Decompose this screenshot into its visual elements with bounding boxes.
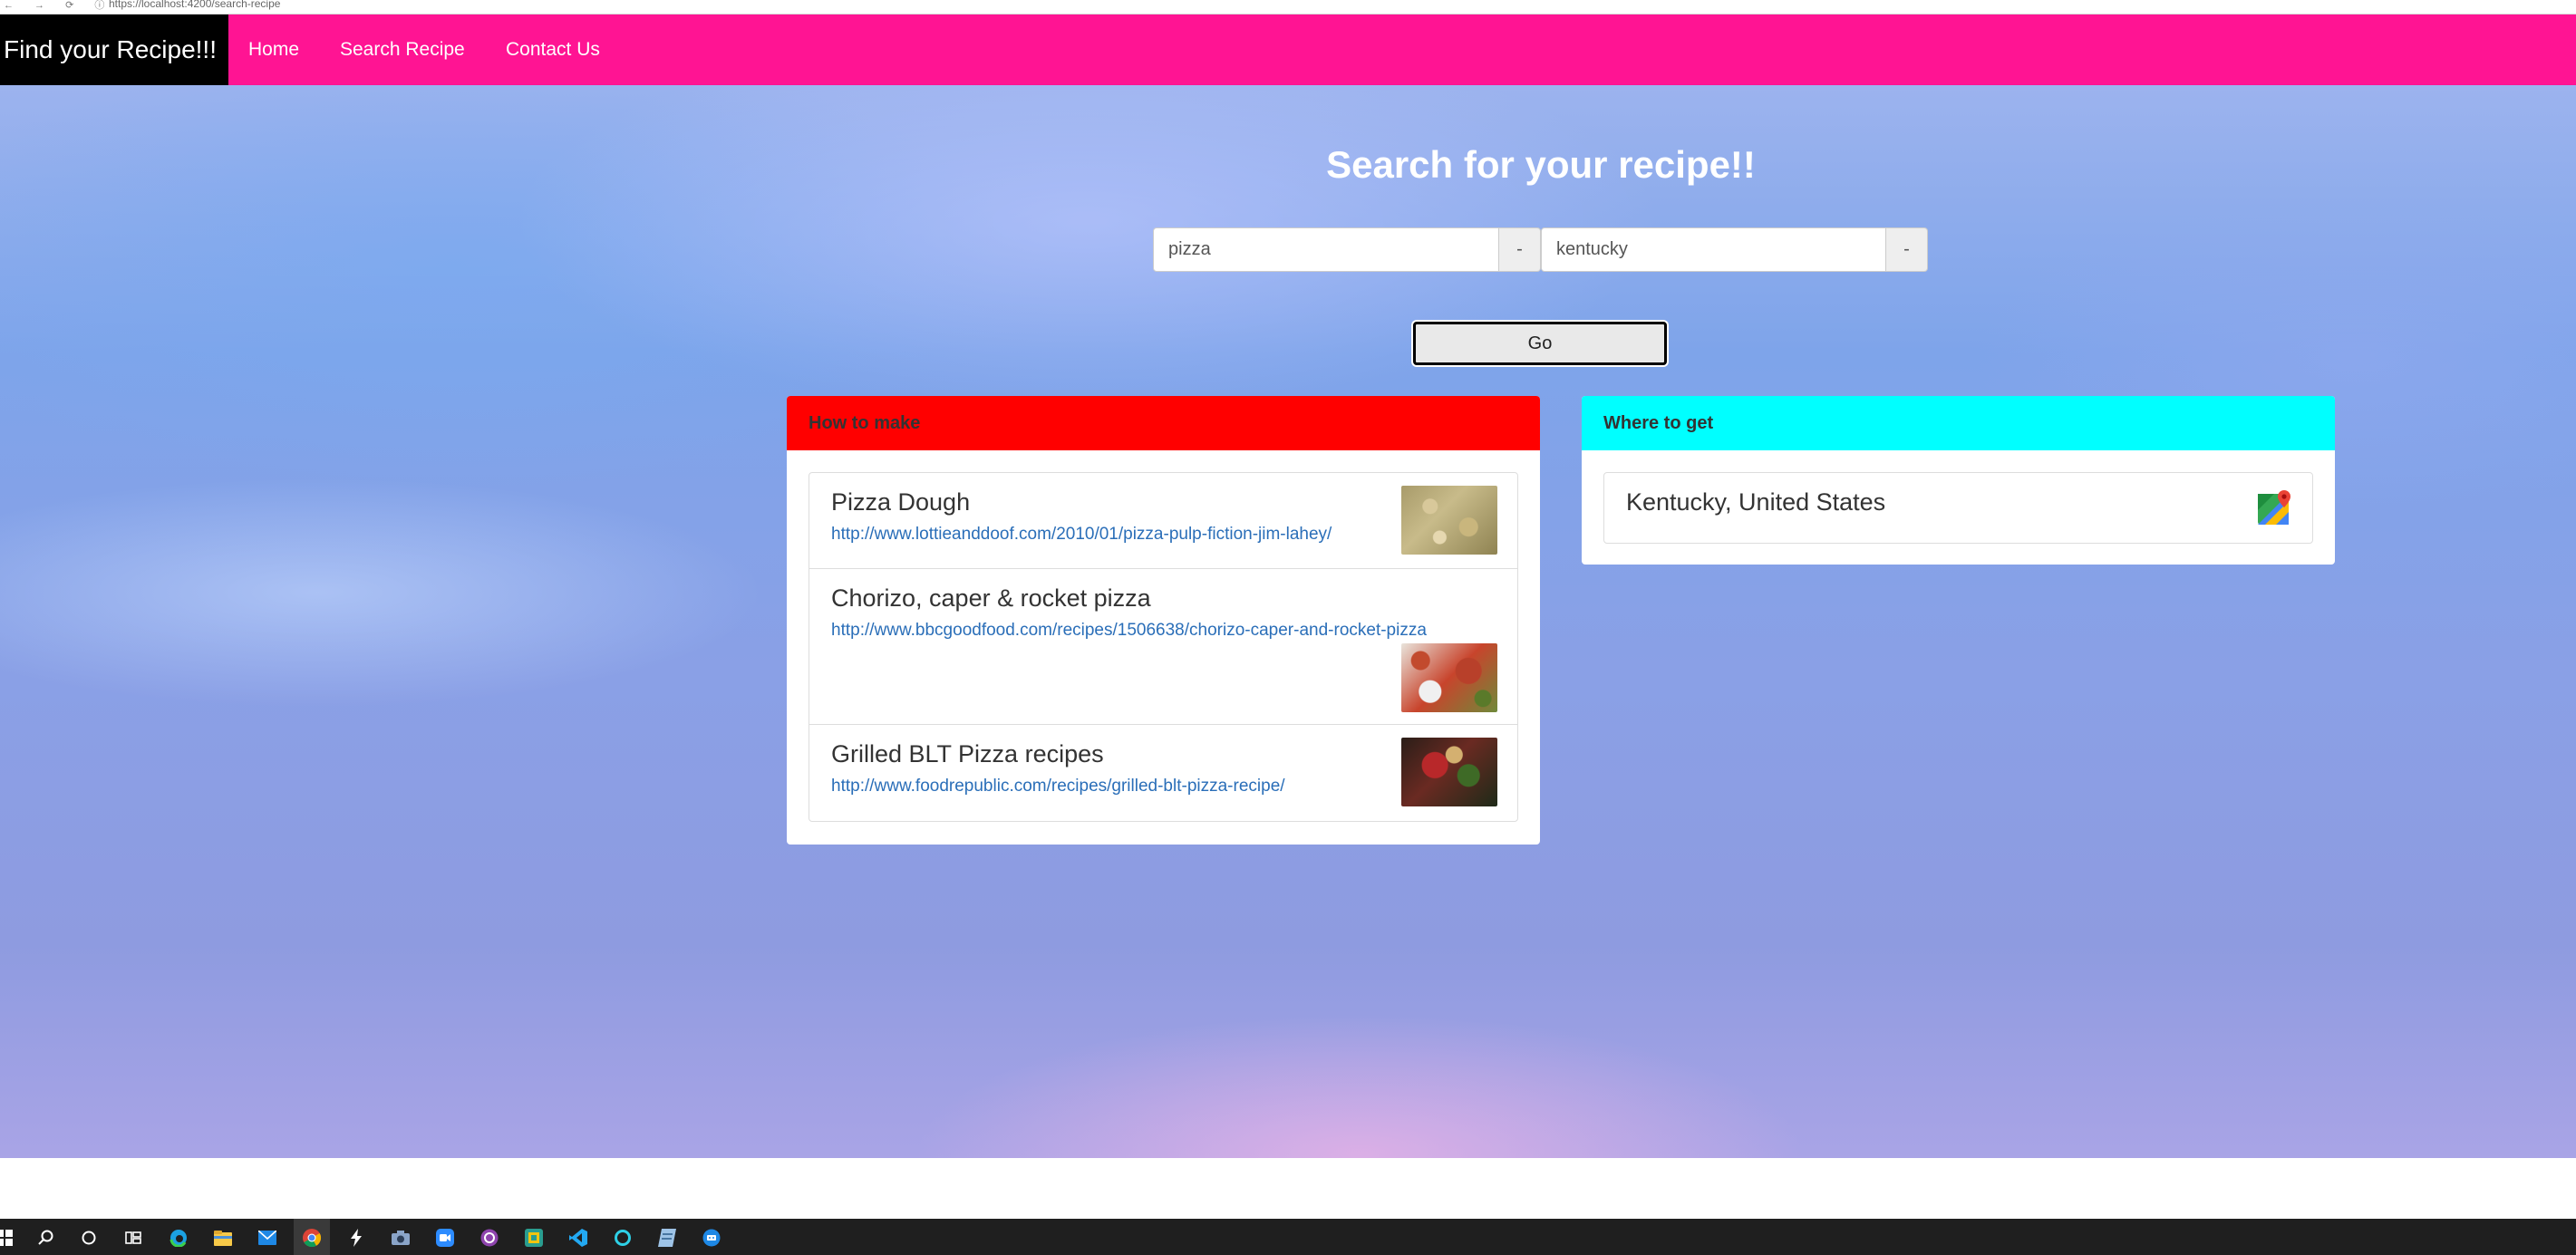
chorizo-pizza-thumbnail: [1401, 643, 1497, 712]
recipe-list-item[interactable]: Chorizo, caper & rocket pizza http://www…: [809, 569, 1517, 725]
recipe-input-addon: -: [1499, 227, 1541, 272]
recipe-list: Pizza Dough http://www.lottieanddoof.com…: [809, 472, 1518, 822]
location-input-addon: -: [1886, 227, 1928, 272]
browser-nav-icons[interactable]: ← → ⟳ ⓘ: [4, 0, 113, 12]
recipe-search-input[interactable]: [1153, 227, 1499, 272]
zoom-icon[interactable]: [435, 1228, 455, 1248]
task-view-icon[interactable]: [123, 1228, 143, 1248]
browser-address-strip: ← → ⟳ ⓘ https://localhost:4200/search-re…: [0, 0, 2576, 14]
camera-icon[interactable]: [391, 1228, 411, 1248]
location-list: Kentucky, United States: [1603, 472, 2313, 544]
pizza-dough-thumbnail: [1401, 486, 1497, 555]
location-search-input[interactable]: [1541, 227, 1886, 272]
teams-icon[interactable]: [524, 1228, 544, 1248]
recipe-link[interactable]: http://www.lottieanddoof.com/2010/01/piz…: [831, 522, 1496, 547]
how-to-make-panel: How to make Pizza Dough http://www.lotti…: [787, 396, 1540, 845]
nav-link-contact-us[interactable]: Contact Us: [506, 14, 600, 85]
top-navbar: Find your Recipe!!! Home Search Recipe C…: [0, 14, 2576, 85]
recipe-title: Grilled BLT Pizza recipes: [831, 740, 1104, 767]
google-maps-icon[interactable]: [2258, 490, 2292, 525]
recipe-input-group: -: [1153, 227, 1541, 272]
location-list-item[interactable]: Kentucky, United States: [1604, 473, 2312, 543]
location-input-group: -: [1541, 227, 1928, 272]
page-title: Search for your recipe!!: [1326, 143, 1756, 186]
search-icon[interactable]: [36, 1228, 56, 1248]
where-to-get-heading: Where to get: [1582, 396, 2335, 450]
recipe-title: Pizza Dough: [831, 488, 971, 516]
cortana-icon[interactable]: [79, 1228, 99, 1248]
nav-link-search-recipe[interactable]: Search Recipe: [340, 14, 465, 85]
nav-link-home[interactable]: Home: [248, 14, 299, 85]
cyan-ring-icon[interactable]: [613, 1228, 633, 1248]
recipe-list-item[interactable]: Pizza Dough http://www.lottieanddoof.com…: [809, 473, 1517, 569]
purple-app-icon[interactable]: [479, 1228, 499, 1248]
address-url[interactable]: https://localhost:4200/search-recipe: [109, 0, 280, 10]
blt-pizza-thumbnail: [1401, 738, 1497, 806]
vscode-icon[interactable]: [568, 1228, 588, 1248]
chat-icon[interactable]: [702, 1228, 721, 1248]
where-to-get-body: Kentucky, United States: [1582, 450, 2335, 565]
brand-logo[interactable]: Find your Recipe!!!: [0, 14, 228, 85]
go-button[interactable]: Go: [1413, 322, 1667, 365]
mail-icon[interactable]: [257, 1228, 277, 1248]
recipe-link[interactable]: http://www.foodrepublic.com/recipes/gril…: [831, 774, 1496, 799]
windows-start-icon[interactable]: [0, 1228, 15, 1248]
chrome-icon[interactable]: [302, 1228, 322, 1248]
bolt-icon[interactable]: [346, 1228, 366, 1248]
location-title: Kentucky, United States: [1626, 488, 1886, 516]
file-explorer-icon[interactable]: [213, 1228, 233, 1248]
windows-taskbar: [0, 1219, 2576, 1255]
how-to-make-heading: How to make: [787, 396, 1540, 450]
recipe-title: Chorizo, caper & rocket pizza: [831, 584, 1151, 612]
recipe-link[interactable]: http://www.bbcgoodfood.com/recipes/15066…: [831, 618, 1496, 643]
edge-icon[interactable]: [169, 1228, 189, 1248]
recipe-list-item[interactable]: Grilled BLT Pizza recipes http://www.foo…: [809, 725, 1517, 821]
where-to-get-panel: Where to get Kentucky, United States: [1582, 396, 2335, 565]
how-to-make-body: Pizza Dough http://www.lottieanddoof.com…: [787, 450, 1540, 844]
notes-icon[interactable]: [657, 1228, 677, 1248]
